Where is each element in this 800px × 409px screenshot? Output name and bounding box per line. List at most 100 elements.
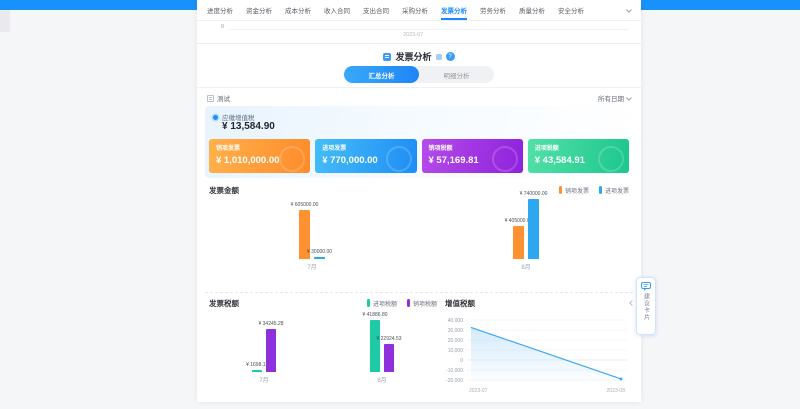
stat-card: 进项税额 ¥ 43,584.91	[528, 139, 629, 173]
remnant-y-tick: 0	[221, 24, 224, 30]
section-header: 发票金额 销项发票进项发票	[205, 183, 633, 197]
bar	[252, 370, 262, 372]
stat-card-value: ¥ 43,584.91	[535, 155, 622, 166]
chevron-down-icon[interactable]	[627, 0, 631, 20]
tab-资金分析[interactable]: 资金分析	[246, 0, 272, 20]
category-label: 7月	[307, 262, 316, 271]
legend-swatch	[367, 299, 370, 307]
left-edge-decoration	[0, 10, 10, 32]
view-toggle-row: 汇总分析明细分析	[197, 66, 641, 83]
page-title-row: 发票分析 ?	[197, 50, 641, 63]
legend-label: 进项税额	[373, 299, 397, 308]
chart-legend: 销项发票 进项发票	[559, 186, 629, 195]
bar	[513, 226, 524, 259]
y-tick-label: -20,000	[446, 378, 463, 384]
project-label: 测试	[217, 93, 230, 103]
dashed-divider	[205, 292, 633, 293]
bar-value-label: ¥ 30000.00	[307, 249, 332, 255]
category-label: 8月	[521, 262, 530, 271]
stat-cards: 销项发票¥ 1,010,000.00进项发票¥ 770,000.00销项税额¥ …	[209, 139, 629, 173]
bar-进项发票: ¥ 30000.00	[314, 197, 325, 259]
tab-list: 进度分析资金分析成本分析收入合同支出合同采购分析发票分析劳务分析质量分析安全分析	[207, 0, 584, 20]
stat-card-label: 进项税额	[535, 143, 622, 152]
help-icon[interactable]: ?	[446, 52, 455, 61]
bar-value-label: ¥ 740000.00	[520, 191, 548, 197]
bar-group: ¥ 605000.00¥ 30000.00 7月	[205, 197, 419, 271]
bar-group: ¥ 1698.11¥ 34245.28 7月	[205, 318, 323, 384]
tab-进度分析[interactable]: 进度分析	[207, 0, 233, 20]
tab-发票分析[interactable]: 发票分析	[441, 0, 467, 20]
bar	[314, 257, 325, 259]
stat-card-value: ¥ 770,000.00	[322, 155, 409, 166]
legend-label: 进项发票	[605, 186, 629, 195]
stat-card: 进项发票 ¥ 770,000.00	[315, 139, 416, 173]
bar	[384, 344, 394, 372]
bar-value-label: ¥ 1698.11	[246, 362, 268, 368]
dashboard-panel: 进度分析资金分析成本分析收入合同支出合同采购分析发票分析劳务分析质量分析安全分析…	[197, 0, 641, 402]
building-icon	[207, 95, 214, 102]
remnant-x-label: 2023-07	[403, 32, 423, 38]
chat-bubble-icon	[641, 282, 651, 291]
x-tick-label: 2023-08	[607, 388, 626, 394]
previous-chart-remnant: 0 2023-07	[197, 21, 641, 44]
section-title: 增值税额	[445, 298, 475, 309]
decor-icon	[436, 54, 442, 60]
legend-item: 销项发票	[559, 186, 589, 195]
bar-进项发票: ¥ 740000.00	[528, 197, 539, 259]
section-header: 发票税额 进项税额销项税额	[205, 296, 441, 310]
stat-card-label: 进项发票	[322, 143, 409, 152]
bar-pair: ¥ 405000.00 ¥ 740000.00	[513, 197, 539, 259]
bar	[266, 329, 276, 372]
suggestion-card-button[interactable]: 建议卡片	[636, 277, 656, 335]
section-header: 增值税额	[441, 296, 633, 310]
data-point	[620, 378, 623, 381]
suggestion-card-widget[interactable]: 建议卡片	[636, 277, 658, 335]
project-selector[interactable]: 测试	[207, 93, 230, 103]
summary-panel: 应缴增值税 ¥ 13,584.90 销项发票¥ 1,010,000.00进项发票…	[205, 106, 633, 178]
y-tick-label: -10,000	[446, 368, 463, 374]
section-title: 发票税额	[209, 298, 239, 309]
legend-swatch	[407, 299, 410, 307]
bar-pair: ¥ 41886.80 ¥ 22924.53	[370, 318, 394, 372]
stat-card-value: ¥ 57,169.81	[429, 155, 516, 166]
tab-支出合同[interactable]: 支出合同	[363, 0, 389, 20]
tab-安全分析[interactable]: 安全分析	[558, 0, 584, 20]
analysis-tabbar: 进度分析资金分析成本分析收入合同支出合同采购分析发票分析劳务分析质量分析安全分析	[197, 0, 641, 21]
tab-采购分析[interactable]: 采购分析	[402, 0, 428, 20]
divider	[197, 87, 641, 88]
vat-bullet-icon	[213, 115, 218, 120]
toggle-明细分析[interactable]: 明细分析	[419, 66, 494, 83]
bar-销项税额: ¥ 22924.53	[384, 318, 394, 372]
tab-质量分析[interactable]: 质量分析	[519, 0, 545, 20]
tab-成本分析[interactable]: 成本分析	[285, 0, 311, 20]
vat-amount-section: 增值税额 40,00030,00020,00010,0000-10,000-20…	[441, 296, 633, 400]
invoice-amount-chart: ¥ 605000.00¥ 30000.00 7月 ¥ 405000.00 ¥ 7400…	[205, 197, 633, 271]
bar-pair: ¥ 1698.11¥ 34245.28	[252, 318, 276, 372]
tab-收入合同[interactable]: 收入合同	[324, 0, 350, 20]
page-title: 发票分析	[395, 50, 431, 63]
toggle-汇总分析[interactable]: 汇总分析	[344, 66, 419, 83]
category-label: 7月	[259, 375, 268, 384]
bar	[370, 320, 380, 372]
bar-group: ¥ 405000.00 ¥ 740000.00 8月	[419, 197, 633, 271]
date-range-label: 所有日期	[598, 93, 624, 103]
stat-card: 销项发票¥ 1,010,000.00	[209, 139, 310, 173]
y-tick-label: 30,000	[448, 328, 464, 334]
bar	[528, 199, 539, 259]
tab-劳务分析[interactable]: 劳务分析	[480, 0, 506, 20]
y-tick-label: 0	[460, 358, 463, 364]
filter-row: 测试 所有日期	[197, 90, 641, 106]
legend-swatch	[559, 186, 562, 194]
legend-label: 销项发票	[565, 186, 589, 195]
bar-销项发票: ¥ 405000.00	[513, 197, 524, 259]
bar-进项税额: ¥ 41886.80	[370, 318, 380, 372]
date-range-select[interactable]: 所有日期	[598, 93, 631, 103]
y-tick-label: 40,000	[448, 318, 464, 324]
category-label: 8月	[377, 375, 386, 384]
y-tick-label: 20,000	[448, 338, 464, 344]
stat-card-label: 销项发票	[216, 143, 303, 152]
view-toggle: 汇总分析明细分析	[344, 66, 494, 83]
bar-pair: ¥ 605000.00¥ 30000.00	[299, 197, 325, 259]
legend-item: 进项税额	[367, 299, 397, 308]
chart-legend: 进项税额销项税额	[367, 299, 437, 308]
